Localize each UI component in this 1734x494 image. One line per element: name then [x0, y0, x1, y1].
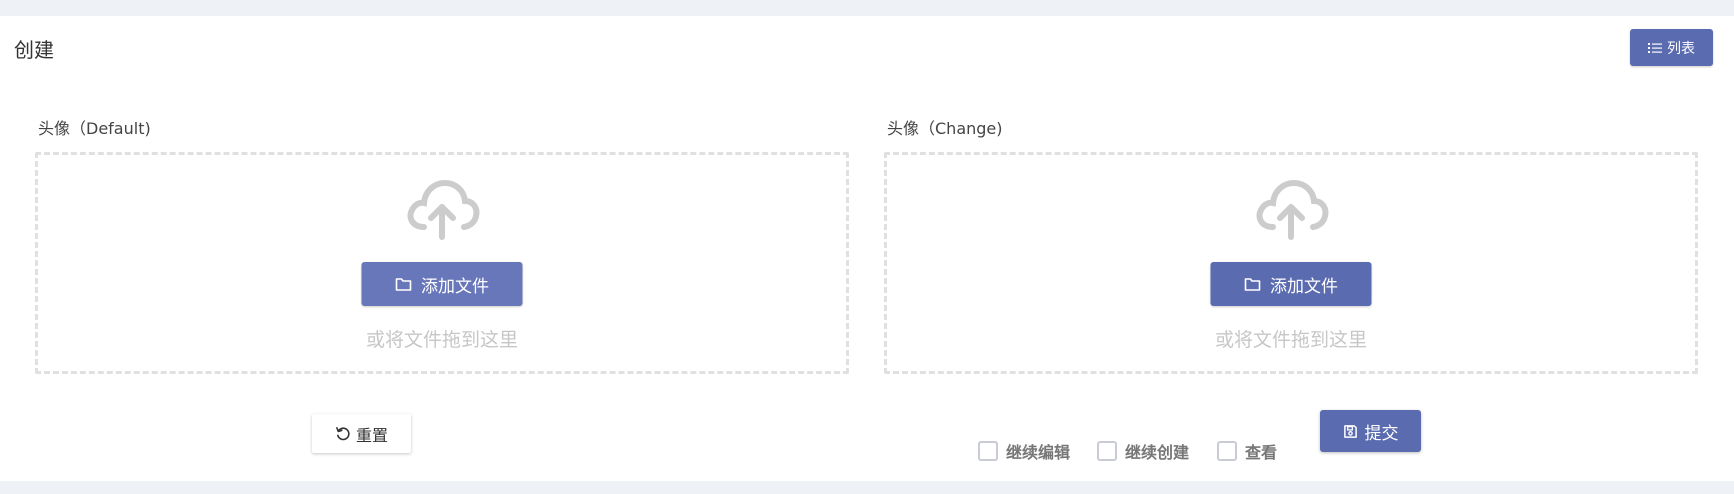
- checkbox-label: 继续创建: [1125, 443, 1190, 462]
- save-icon: [1343, 424, 1357, 438]
- page-title: 创建: [14, 38, 54, 62]
- reset-label: 重置: [355, 425, 388, 445]
- add-file-button[interactable]: 添加文件: [1210, 262, 1372, 306]
- avatar-change-dropzone[interactable]: 添加文件 或将文件拖到这里: [884, 152, 1698, 374]
- reset-button[interactable]: 重置: [312, 414, 411, 453]
- checkbox-box[interactable]: [1097, 441, 1117, 461]
- cloud-upload-icon: [407, 179, 480, 240]
- continue-edit-checkbox[interactable]: 继续编辑: [978, 439, 1070, 463]
- view-checkbox[interactable]: 查看: [1217, 439, 1277, 463]
- dropzone-hint: 或将文件拖到这里: [365, 329, 518, 351]
- cloud-upload-icon: [1256, 179, 1329, 240]
- avatar-default-label: 头像（Default): [38, 119, 151, 138]
- folder-icon: [395, 278, 411, 291]
- submit-label: 提交: [1364, 423, 1399, 444]
- list-button-label: 列表: [1667, 40, 1695, 57]
- list-button[interactable]: 列表: [1630, 29, 1713, 66]
- checkbox-box[interactable]: [978, 441, 998, 461]
- continue-create-checkbox[interactable]: 继续创建: [1097, 439, 1189, 463]
- avatar-default-dropzone[interactable]: 添加文件 或将文件拖到这里: [35, 152, 849, 374]
- create-form-card: 创建 列表 头像（Default) 添加文件 或将文件拖到这里 头像（Chang…: [0, 16, 1734, 481]
- folder-icon: [1244, 278, 1260, 291]
- add-file-label: 添加文件: [421, 276, 489, 297]
- undo-icon: [336, 427, 350, 441]
- add-file-button[interactable]: 添加文件: [361, 262, 523, 306]
- dropzone-hint: 或将文件拖到这里: [1214, 329, 1367, 351]
- submit-button[interactable]: 提交: [1320, 410, 1421, 452]
- add-file-label: 添加文件: [1270, 276, 1338, 297]
- checkbox-label: 继续编辑: [1006, 443, 1071, 462]
- page-bottom-strip: [0, 481, 1734, 494]
- avatar-change-label: 头像（Change): [887, 119, 1003, 138]
- checkbox-label: 查看: [1245, 443, 1278, 462]
- list-icon: [1648, 42, 1662, 53]
- checkbox-box[interactable]: [1217, 441, 1237, 461]
